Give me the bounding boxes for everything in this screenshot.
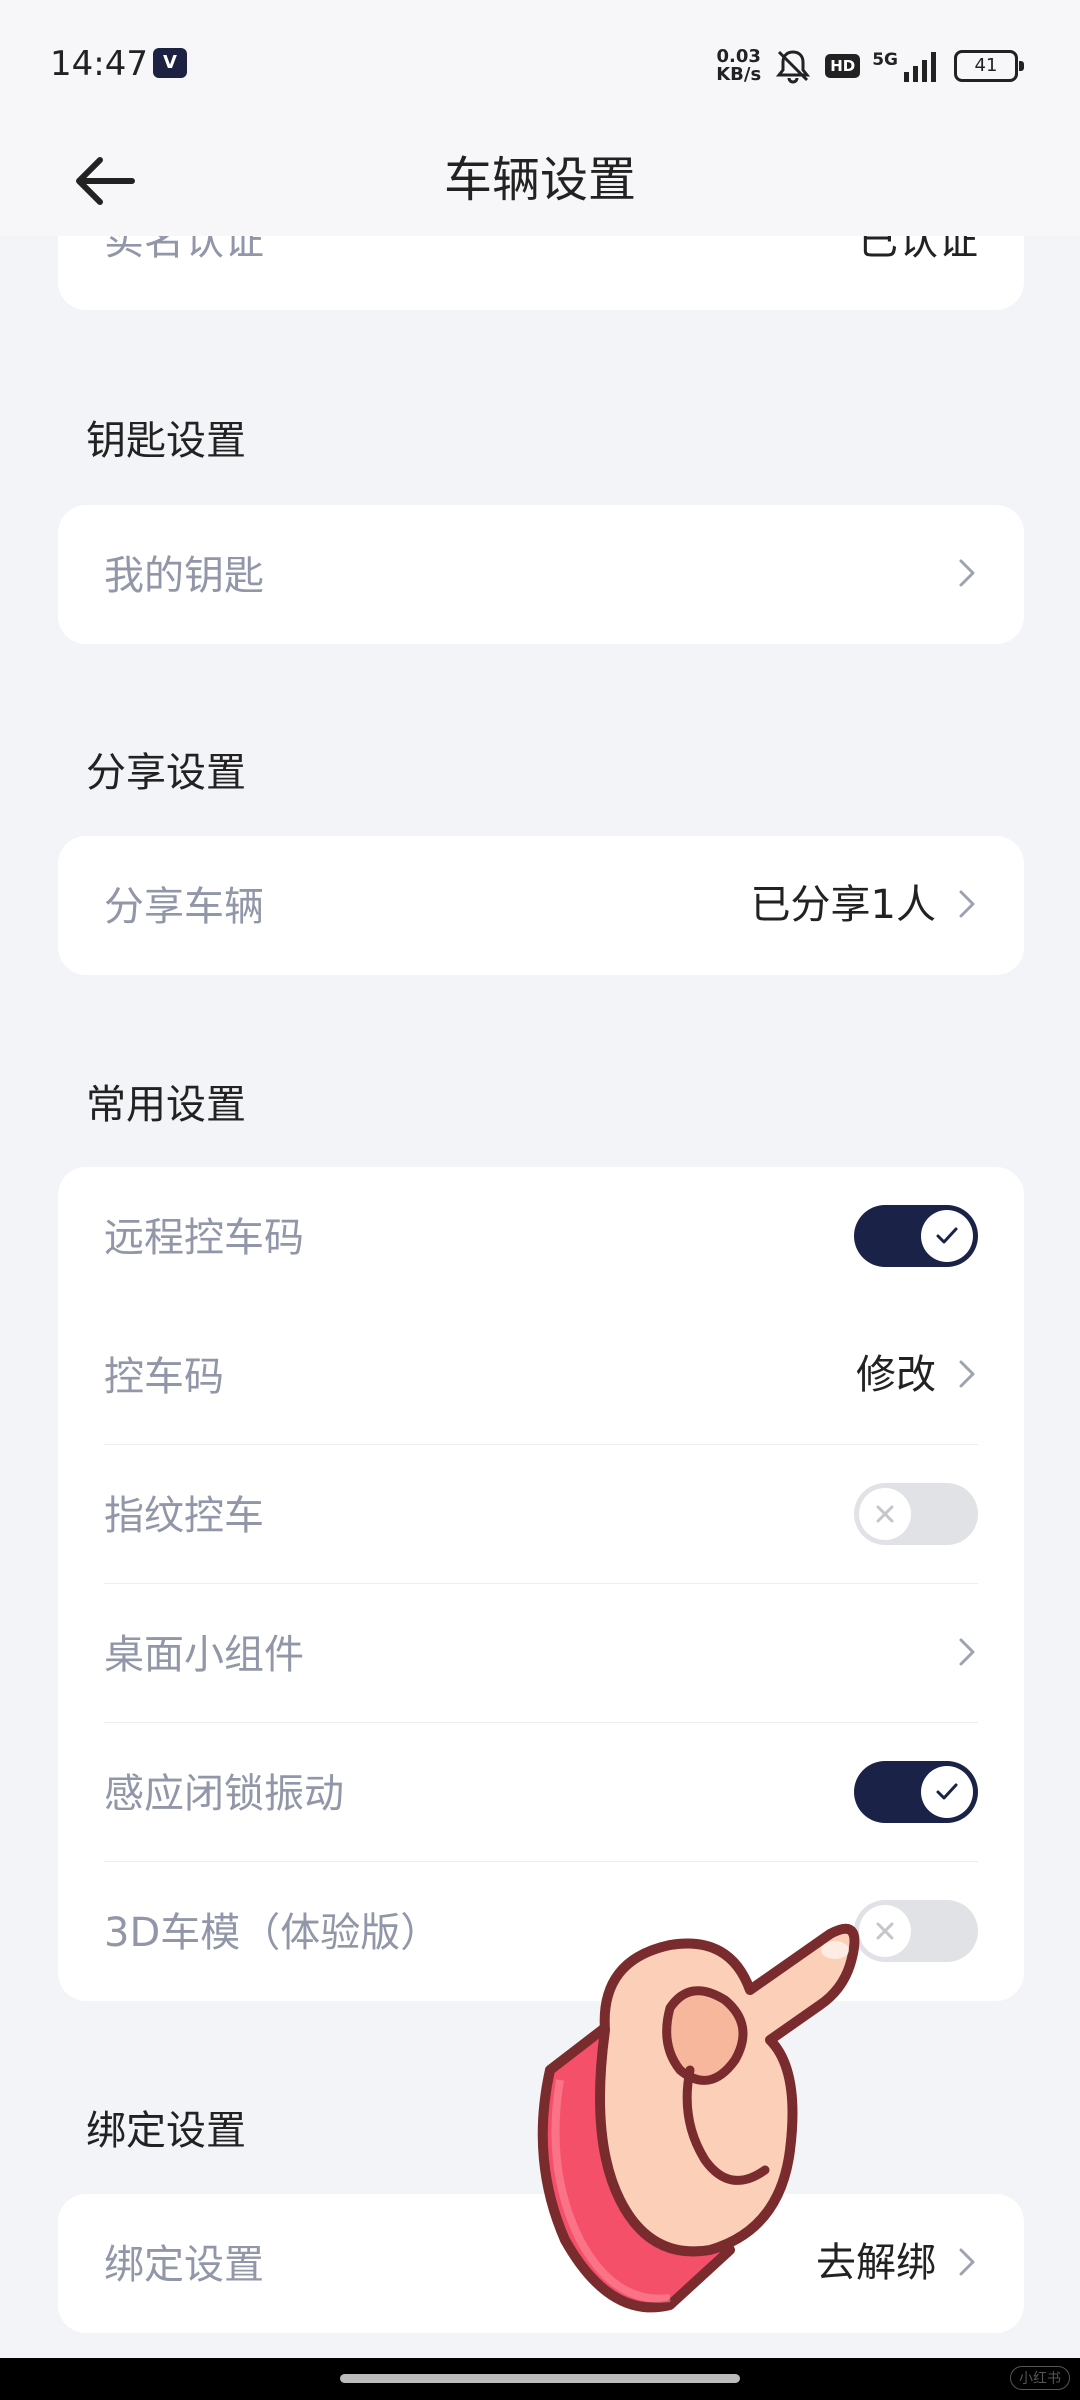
control-code-modify: 修改 — [856, 1352, 936, 1398]
section-title-bind: 绑定设置 — [86, 2108, 246, 2154]
my-key-label: 我的钥匙 — [104, 553, 264, 599]
battery-icon: 41 — [954, 50, 1024, 82]
chevron-right-icon — [959, 890, 975, 918]
key-card: 我的钥匙 — [58, 505, 1024, 644]
common-card: 远程控车码 控车码 修改 指纹控车 桌面小组件 感应闭锁振动 3D车模（体验版） — [58, 1167, 1024, 2001]
widget-row[interactable]: 桌面小组件 — [104, 1584, 978, 1723]
remote-code-row: 远程控车码 — [104, 1167, 978, 1306]
network-speed-unit: KB/s — [716, 64, 762, 85]
check-icon — [936, 1783, 958, 1800]
toggle-knob — [859, 1488, 911, 1540]
share-vehicle-label: 分享车辆 — [104, 884, 264, 930]
model-3d-label: 3D车模（体验版） — [104, 1910, 441, 1956]
toggle-knob — [921, 1210, 973, 1262]
chevron-right-icon — [959, 1638, 975, 1666]
network-speed: 0.03 KB/s — [716, 48, 761, 84]
network-type: 5G — [872, 50, 898, 70]
share-count: 已分享1人 — [750, 882, 936, 928]
chevron-right-icon — [959, 559, 975, 587]
my-key-row[interactable]: 我的钥匙 — [104, 505, 978, 644]
share-card: 分享车辆 已分享1人 — [58, 836, 1024, 975]
hd-icon: HD — [825, 54, 861, 78]
system-navigation-bar: 小红书 — [0, 2358, 1080, 2400]
control-code-row[interactable]: 控车码 修改 — [104, 1306, 978, 1445]
control-code-label: 控车码 — [104, 1354, 224, 1400]
toggle-knob — [921, 1766, 973, 1818]
check-icon — [936, 1227, 958, 1244]
signal-icon — [904, 52, 936, 82]
chevron-right-icon — [959, 2248, 975, 2276]
bell-muted-icon — [776, 50, 811, 84]
section-title-share: 分享设置 — [86, 750, 246, 796]
home-indicator[interactable] — [340, 2374, 740, 2383]
lock-vibration-row: 感应闭锁振动 — [104, 1723, 978, 1862]
status-icons: 0.03 KB/s HD 5G 41 — [716, 46, 1024, 86]
remote-code-label: 远程控车码 — [104, 1215, 304, 1261]
status-bar: 14:47 V 0.03 KB/s HD 5G 41 — [0, 0, 1080, 120]
status-time: 14:47 — [50, 44, 148, 84]
lock-vibration-toggle[interactable] — [854, 1761, 978, 1823]
fingerprint-row: 指纹控车 — [104, 1445, 978, 1584]
section-title-common: 常用设置 — [86, 1082, 246, 1128]
pointing-hand-sticker-icon — [537, 1923, 860, 2313]
page-title: 车辆设置 — [443, 152, 636, 208]
remote-code-toggle[interactable] — [854, 1205, 978, 1267]
app-notification-icon: V — [153, 48, 187, 78]
bind-label: 绑定设置 — [104, 2242, 264, 2288]
section-title-key: 钥匙设置 — [86, 418, 246, 464]
lock-vibration-label: 感应闭锁振动 — [104, 1771, 344, 1817]
fingerprint-toggle[interactable] — [854, 1483, 978, 1545]
share-vehicle-row[interactable]: 分享车辆 已分享1人 — [104, 836, 978, 975]
watermark: 小红书 — [1010, 2366, 1070, 2390]
top-app-bar: 车辆设置 — [0, 120, 1080, 236]
widget-label: 桌面小组件 — [104, 1632, 304, 1678]
chevron-right-icon — [959, 1360, 975, 1388]
fingerprint-label: 指纹控车 — [104, 1493, 264, 1539]
close-icon — [876, 1505, 894, 1523]
